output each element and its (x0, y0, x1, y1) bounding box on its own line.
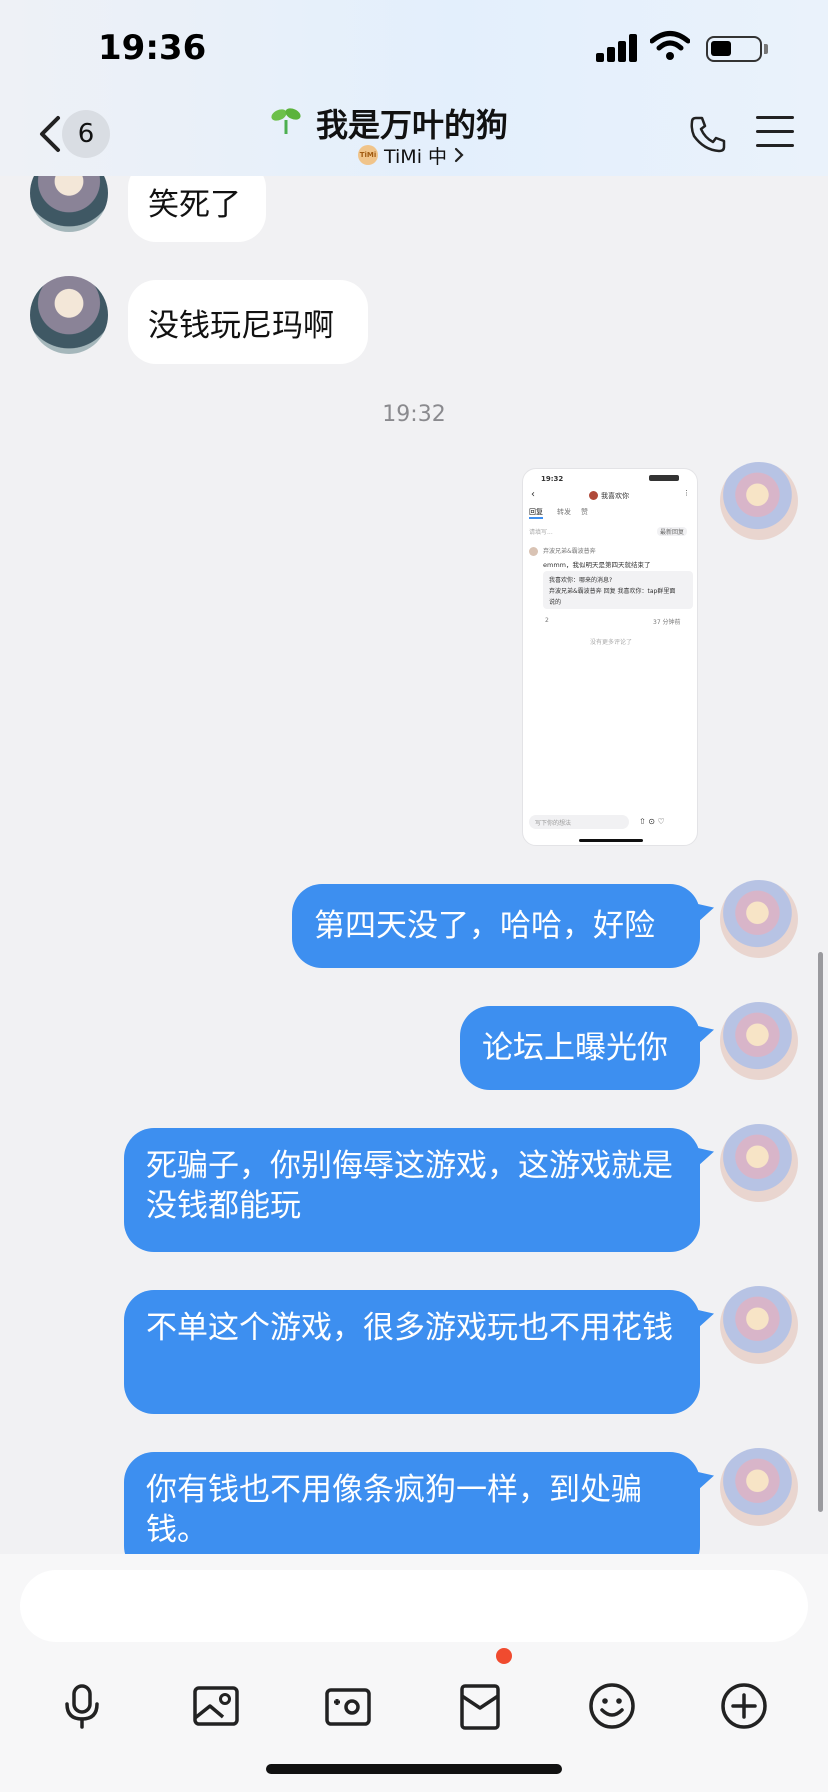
my-avatar[interactable] (720, 1002, 798, 1080)
unread-count-badge[interactable]: 6 (62, 110, 110, 158)
thumb-no-more: 没有更多评论了 (589, 639, 632, 646)
message-timestamp: 19:32 (382, 402, 446, 427)
battery-icon (706, 36, 762, 62)
message-text: 没钱玩尼玛啊 (148, 307, 334, 344)
scrollbar[interactable] (818, 952, 823, 1512)
battery-nub (764, 44, 768, 54)
thumb-home-indicator (579, 839, 643, 842)
photo-icon[interactable] (190, 1680, 242, 1732)
thumb-quote: 说的 (549, 599, 562, 606)
bubble-tail (698, 1026, 714, 1044)
thumb-reply-count: 2 (545, 617, 549, 624)
chat-title[interactable]: 我是万叶的狗 (316, 100, 508, 146)
message-text: 第四天没了，哈哈，好险 (314, 908, 655, 944)
message-input[interactable] (20, 1570, 808, 1642)
thumb-tab: 回复 (529, 508, 543, 516)
contact-avatar[interactable] (30, 276, 108, 354)
message-text: 死骗子，你别侮辱这游戏，这游戏就是没钱都能玩 (146, 1148, 673, 1224)
back-chevron-icon[interactable] (34, 112, 64, 156)
phone-call-icon[interactable] (688, 114, 728, 154)
bubble-tail (698, 904, 714, 922)
thumb-commenter-avatar (529, 547, 538, 556)
thumb-filter: 最新回复 (657, 527, 688, 536)
my-avatar[interactable] (720, 1286, 798, 1364)
input-area (0, 1554, 828, 1792)
my-avatar[interactable] (720, 462, 798, 540)
chevron-right-icon (454, 147, 464, 163)
bubble-tail (698, 1310, 714, 1328)
thumb-comment: emmm，我似明天是第四天就结束了 (543, 561, 651, 569)
sprout-icon (271, 108, 301, 134)
chat-subtitle-row[interactable]: TiMi TiMi 中 (358, 142, 465, 168)
menu-icon[interactable] (756, 116, 794, 150)
message-text: 你有钱也不用像条疯狗一样，到处骗钱。 (146, 1472, 642, 1548)
thumb-commenter: 弃波兄弟&霸波普奔 (543, 548, 596, 555)
red-packet-icon[interactable] (454, 1680, 506, 1732)
emoji-icon[interactable] (586, 1680, 638, 1732)
thumb-tab: 赞 (581, 508, 588, 516)
message-bubble-outgoing[interactable]: 不单这个游戏，很多游戏玩也不用花钱 (124, 1290, 700, 1414)
message-bubble-incoming[interactable]: 没钱玩尼玛啊 (128, 280, 368, 364)
thumb-action-icons: ⇧ ⊙ ♡ (639, 817, 665, 826)
message-bubble-outgoing[interactable]: 第四天没了，哈哈，好险 (292, 884, 700, 968)
timi-badge-icon: TiMi (358, 145, 378, 165)
screenshot-image-message[interactable]: 19:32 ‹ 我喜欢你 ⋮ 回复 转发 赞 请填写... 最新回复 弃波兄弟&… (522, 468, 698, 846)
message-text: 笑死了 (148, 186, 241, 223)
message-bubble-outgoing[interactable]: 死骗子，你别侮辱这游戏，这游戏就是没钱都能玩 (124, 1128, 700, 1252)
thumb-tab: 转发 (557, 508, 571, 516)
thumb-input-placeholder: 写下你的想法 (535, 820, 572, 827)
message-bubble-outgoing[interactable]: 论坛上曝光你 (460, 1006, 700, 1090)
thumb-more-icon: ⋮ (683, 489, 690, 497)
thumb-avatar (589, 491, 598, 500)
my-avatar[interactable] (720, 880, 798, 958)
thumb-search: 请填写... (529, 529, 553, 536)
thumb-name: 我喜欢你 (601, 492, 629, 500)
thumb-time: 19:32 (541, 475, 564, 483)
thumb-status-icons (649, 475, 679, 481)
notification-dot (496, 1648, 512, 1664)
thumb-quote: 我喜欢你：哪来的消息? (549, 577, 613, 584)
thumb-time-ago: 37 分钟前 (653, 619, 681, 626)
message-text: 不单这个游戏，很多游戏玩也不用花钱 (146, 1310, 673, 1346)
chat-subtitle: TiMi 中 (384, 145, 448, 168)
wifi-icon (650, 31, 690, 60)
home-indicator[interactable] (266, 1764, 562, 1774)
signal-icon (596, 34, 638, 62)
bubble-tail (698, 1472, 714, 1490)
thumb-tab-underline (529, 517, 543, 519)
microphone-icon[interactable] (56, 1680, 108, 1732)
camera-icon[interactable] (322, 1680, 374, 1732)
thumb-quote: 弃波兄弟&霸波普奔 回复 我喜欢你：tap群里面 (549, 588, 676, 595)
bubble-tail (698, 1148, 714, 1166)
plus-icon[interactable] (718, 1680, 770, 1732)
chat-header: 19:36 6 我是万叶的狗 TiMi TiMi 中 (0, 0, 828, 176)
my-avatar[interactable] (720, 1124, 798, 1202)
status-time: 19:36 (98, 28, 207, 68)
message-text: 论坛上曝光你 (482, 1030, 668, 1066)
thumb-back-icon: ‹ (531, 489, 535, 500)
my-avatar[interactable] (720, 1448, 798, 1526)
